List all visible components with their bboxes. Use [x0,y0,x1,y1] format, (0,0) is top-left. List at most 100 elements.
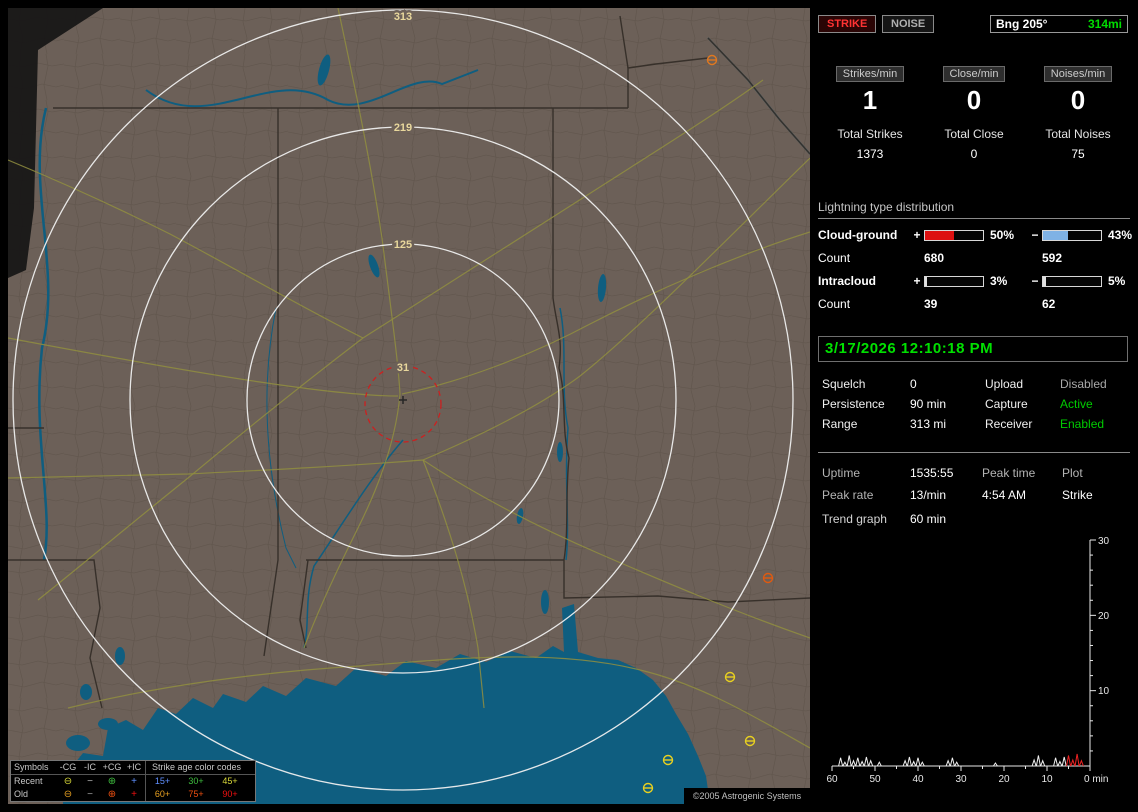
divider [818,452,1130,453]
squelch-label: Squelch [822,377,866,391]
total-noises-value: 75 [1071,147,1085,161]
age-90-label: 90+ [222,789,238,799]
peak-rate-value: 13/min [910,488,947,502]
panel-topbar: STRIKE NOISE Bng 205° 314mi [818,15,1130,35]
cg-minus-sign: − [1031,228,1039,242]
right-panel: STRIKE NOISE Bng 205° 314mi Strikes/min … [818,8,1132,804]
ic-plus-sign: + [913,274,921,288]
x-tick-20: 20 [998,774,1010,785]
range-value: 313 mi [910,417,947,431]
bearing-range-value: 314mi [1087,17,1122,31]
svg-text:125: 125 [394,239,412,251]
lightning-distribution-section: Lightning type distribution Cloud-ground… [818,200,1132,315]
noises-column: Noises/min 0 Total Noises 75 [1026,64,1130,161]
intracloud-label: Intracloud [818,274,877,288]
pos-ic-recent-icon: + [131,775,137,787]
receiver-label: Receiver [985,417,1033,431]
age-30-label: 30+ [188,776,204,786]
peak-time-value: 4:54 AM [982,488,1027,502]
pos-ic-old-icon: + [131,788,137,800]
map-legend: Symbols -CG -IC +CG +IC Strike age color… [10,760,256,802]
age-75-label: 75+ [188,789,204,799]
plot-label: Plot [1062,466,1083,480]
total-close-value: 0 [970,147,978,161]
total-close-label: Total Close [944,127,1004,141]
y-tick-20: 20 [1098,611,1110,622]
receiver-status: Enabled [1060,417,1105,431]
ic-plus-bar [924,275,984,287]
neg-ic-old-icon: − [87,788,93,800]
legend-old-label: Old [14,789,29,799]
noise-button[interactable]: NOISE [882,15,935,33]
upload-status: Disabled [1060,377,1107,391]
noises-per-min-chip[interactable]: Noises/min [1043,66,1113,82]
map-canvas[interactable]: 313 219 125 31 [8,8,810,804]
x-tick-30: 30 [955,774,967,785]
x-tick-0: 0 min [1084,774,1108,785]
range-label: Range [822,417,858,431]
total-strikes-label: Total Strikes [837,127,903,141]
trend-graph-header: Trend graph 60 min [818,512,1130,526]
close-per-min-value: 0 [966,85,982,115]
trend-series-recent [1066,753,1084,767]
total-noises-label: Total Noises [1045,127,1111,141]
x-tick-40: 40 [912,774,924,785]
bearing-box[interactable]: Bng 205° 314mi [990,15,1128,33]
cg-plus-count: 680 [924,251,945,265]
peak-rate-label: Peak rate [822,488,874,502]
plot-value: Strike [1062,488,1093,502]
copyright-label: ©2005 Astrogenic Systems [684,788,810,804]
ic-minus-bar [1042,275,1102,287]
trend-graph-duration: 60 min [910,512,947,526]
stats-row: Uptime 1535:55 Peak time Plot [818,462,1130,484]
ic-plus-percent: 3% [990,274,1008,288]
cg-minus-count: 592 [1042,251,1063,265]
map-panel: 313 219 125 31 Symbols -CG -IC +CG +IC S… [8,8,810,804]
strikes-per-min-chip[interactable]: Strikes/min [835,66,905,82]
upload-label: Upload [985,377,1024,391]
persistence-label: Persistence [822,397,885,411]
pos-cg-old-icon: ⊕ [107,788,117,800]
strikes-column: Strikes/min 1 Total Strikes 1373 [818,64,922,161]
persistence-value: 90 min [910,397,947,411]
ic-minus-sign: − [1031,274,1039,288]
legend-neg-cg-header: -CG [59,762,77,772]
pos-cg-recent-icon: ⊕ [107,775,117,787]
x-tick-60: 60 [826,774,838,785]
cg-plus-sign: + [913,228,921,242]
neg-ic-recent-icon: − [87,775,93,787]
intracloud-row: Intracloud + 3% − 5% [818,269,1130,293]
x-tick-50: 50 [869,774,881,785]
settings-row: Persistence 90 min Capture Active [818,394,1130,414]
strike-button[interactable]: STRIKE [818,15,877,33]
uptime-value: 1535:55 [910,466,954,480]
legend-old-row: Old ⊖ − ⊕ + 60+ 75+ 90+ [11,788,255,801]
legend-age-header: Strike age color codes [145,761,247,774]
distribution-title: Lightning type distribution [818,200,1130,219]
capture-label: Capture [985,397,1028,411]
uptime-label: Uptime [822,466,861,480]
datetime-display: 3/17/2026 12:10:18 PM [818,336,1128,362]
peak-time-label: Peak time [982,466,1036,480]
settings-row: Range 313 mi Receiver Enabled [818,414,1130,434]
axis-ticks [831,539,1096,771]
legend-header-row: Symbols -CG -IC +CG +IC Strike age color… [11,761,255,775]
ic-minus-count: 62 [1042,297,1056,311]
settings-section: Squelch 0 Upload Disabled Persistence 90… [818,374,1130,434]
x-tick-10: 10 [1041,774,1053,785]
close-column: Close/min 0 Total Close 0 [922,64,1026,161]
trend-graph-label: Trend graph [822,512,887,526]
legend-pos-ic-header: +IC [126,762,142,772]
intracloud-count-row: Count 39 62 [818,293,1130,315]
neg-cg-recent-icon: ⊖ [63,775,73,787]
legend-neg-ic-header: -IC [84,762,96,772]
cg-plus-percent: 50% [990,228,1015,242]
age-45-label: 45+ [222,776,238,786]
noises-per-min-value: 0 [1070,85,1086,115]
squelch-value: 0 [910,377,917,391]
close-per-min-chip[interactable]: Close/min [942,66,1006,82]
strikes-per-min-value: 1 [862,85,878,115]
stats-section: Uptime 1535:55 Peak time Plot Peak rate … [818,462,1130,506]
bearing-label: Bng 205° [996,17,1048,31]
total-strikes-value: 1373 [856,147,884,161]
